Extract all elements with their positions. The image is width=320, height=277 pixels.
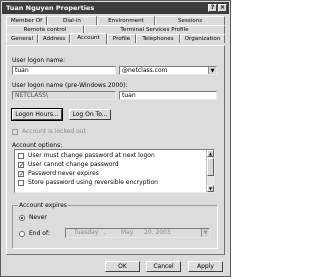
domain-select[interactable]: @netclass.com ▼: [119, 66, 217, 75]
pre2000-name-value: tuan: [122, 92, 136, 99]
scroll-up-icon[interactable]: ▲: [207, 150, 214, 157]
end-of-date-picker[interactable]: Tuesday , May 20, 2003 ▼: [65, 228, 210, 238]
apply-button[interactable]: Apply: [188, 261, 223, 272]
must-change-password-checkbox[interactable]: [18, 153, 24, 159]
pre2000-domain-value: NETCLASS\: [15, 92, 49, 99]
cancel-button[interactable]: Cancel: [146, 261, 181, 272]
log-on-to-button[interactable]: Log On To...: [69, 109, 111, 120]
pre2000-name-input[interactable]: tuan: [119, 91, 217, 100]
locked-out-checkbox[interactable]: [12, 129, 18, 135]
date-day: Tuesday: [74, 229, 99, 236]
tab-organization[interactable]: Organization: [180, 34, 225, 43]
user-logon-name-label: User logon name:: [12, 57, 66, 64]
account-options-scrollbar[interactable]: ▲ ▼: [206, 150, 214, 192]
pre2000-domain-field: NETCLASS\: [12, 91, 116, 100]
end-of-label: End of:: [29, 230, 50, 237]
tab-dial-in[interactable]: Dial-in: [47, 16, 97, 25]
window-title: Tuan Nguyen Properties: [6, 4, 95, 12]
tab-profile[interactable]: Profile: [107, 34, 136, 43]
end-of-radio[interactable]: [19, 231, 25, 237]
calendar-dropdown-icon[interactable]: ▼: [201, 229, 209, 237]
logon-hours-button[interactable]: Logon Hours...: [11, 108, 63, 121]
close-button[interactable]: ×: [218, 4, 227, 12]
date-daynum: 20, 2003: [144, 229, 171, 236]
title-bar[interactable]: Tuan Nguyen Properties ? ×: [2, 2, 229, 14]
must-change-password-label: User must change password at next logon: [28, 152, 155, 159]
reversible-encryption-label: Store password using reversible encrypti…: [28, 179, 158, 186]
account-expires-label: Account expires: [18, 202, 68, 209]
tab-sessions[interactable]: Sessions: [155, 16, 225, 25]
never-label: Never: [29, 214, 47, 221]
tab-general[interactable]: General: [6, 34, 38, 43]
domain-value: @netclass.com: [122, 67, 168, 74]
date-sep: ,: [104, 229, 106, 236]
date-month: May: [121, 229, 134, 236]
scroll-thumb[interactable]: [207, 158, 214, 176]
locked-out-label: Account is locked out: [22, 128, 86, 135]
chevron-down-icon[interactable]: ▼: [208, 67, 216, 74]
account-expires-group: Account expires Never End of: Tuesday , …: [12, 202, 218, 249]
password-never-expires-label: Password never expires: [28, 170, 99, 177]
properties-dialog: Tuan Nguyen Properties ? × Member Of Dia…: [0, 0, 231, 277]
tab-environment[interactable]: Environment: [97, 16, 155, 25]
user-logon-name-value: tuan: [15, 67, 29, 74]
cannot-change-password-checkbox[interactable]: ✓: [18, 162, 24, 169]
user-logon-name-input[interactable]: tuan: [12, 66, 116, 75]
account-options-list[interactable]: User must change password at next logon …: [14, 149, 215, 193]
tab-address[interactable]: Address: [38, 34, 70, 43]
cannot-change-password-label: User cannot change password: [28, 161, 119, 168]
help-button[interactable]: ?: [208, 4, 217, 12]
account-options-label: Account options:: [12, 142, 63, 149]
scroll-down-icon[interactable]: ▼: [207, 185, 214, 192]
reversible-encryption-checkbox[interactable]: [18, 180, 24, 186]
tab-member-of[interactable]: Member Of: [6, 16, 47, 25]
tab-telephones[interactable]: Telephones: [136, 34, 180, 43]
ok-button[interactable]: OK: [105, 261, 140, 272]
password-never-expires-checkbox[interactable]: ✓: [18, 171, 24, 178]
pre2000-label: User logon name (pre-Windows 2000):: [12, 82, 128, 89]
never-radio[interactable]: [19, 215, 25, 221]
tab-account[interactable]: Account: [70, 33, 107, 44]
